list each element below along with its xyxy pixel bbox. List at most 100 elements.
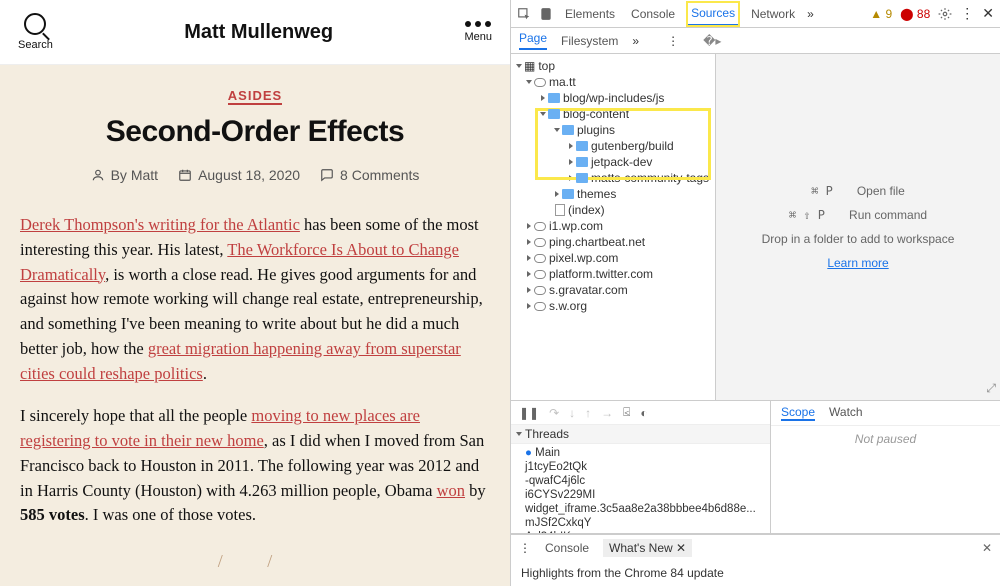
info-panel: ⌘ POpen file ⌘ ⇧ PRun command Drop in a …	[716, 54, 1000, 400]
threads-header[interactable]: Threads	[511, 425, 770, 444]
tree-item[interactable]: blog-content	[563, 107, 629, 121]
website-pane: Search Matt Mullenweg Menu ASIDES Second…	[0, 0, 510, 586]
thread-item[interactable]: ● Main	[525, 446, 770, 460]
inspect-icon[interactable]	[517, 7, 531, 21]
info-drop-text: Drop in a folder to add to workspace	[762, 232, 955, 246]
settings-icon[interactable]	[938, 7, 952, 21]
cloud-icon	[534, 238, 546, 247]
tree-item[interactable]: ping.chartbeat.net	[549, 235, 645, 249]
cloud-icon	[534, 286, 546, 295]
more-tabs-icon[interactable]: »	[807, 7, 814, 21]
thread-item[interactable]: Ayl34hIK	[525, 530, 770, 533]
tree-item[interactable]: ma.tt	[549, 75, 576, 89]
file-tree[interactable]: ▦top ma.tt blog/wp-includes/js blog-cont…	[511, 54, 716, 400]
tree-item[interactable]: matts-community-tags	[591, 171, 709, 185]
cloud-icon	[534, 270, 546, 279]
thread-item[interactable]: j1tcyEo2tQk	[525, 460, 770, 474]
thread-list: ● Main j1tcyEo2tQk -qwafC4j6lc i6CYSv229…	[511, 444, 770, 533]
paragraph: Derek Thompson's writing for the Atlanti…	[20, 213, 490, 386]
deactivate-bp-icon[interactable]: ⍃	[623, 405, 630, 420]
divider: / /	[20, 548, 490, 575]
thread-item[interactable]: widget_iframe.3c5aa8e2a38bbbee4b6d88e...	[525, 502, 770, 516]
tree-item[interactable]: themes	[577, 187, 616, 201]
author-meta[interactable]: By Matt	[91, 167, 158, 183]
tree-item[interactable]: s.gravatar.com	[549, 283, 628, 297]
person-icon	[91, 168, 105, 182]
author-text: By Matt	[111, 167, 158, 183]
menu-button[interactable]: Menu	[464, 21, 492, 43]
drawer-tab-console[interactable]: Console	[545, 541, 589, 555]
drawer-tabs: ⋮ Console What's New ✕ ✕	[511, 534, 1000, 560]
learn-more-link[interactable]: Learn more	[827, 256, 888, 270]
drawer-kebab-icon[interactable]: ⋮	[519, 541, 531, 555]
cloud-icon	[534, 254, 546, 263]
step-into-icon[interactable]: ↓	[569, 406, 575, 420]
drawer-close-icon[interactable]: ✕	[982, 541, 992, 555]
body-link[interactable]: won	[437, 481, 465, 500]
article-body: Derek Thompson's writing for the Atlanti…	[20, 213, 490, 575]
tree-item[interactable]: plugins	[577, 123, 615, 137]
thread-item[interactable]: i6CYSv229MI	[525, 488, 770, 502]
tab-elements[interactable]: Elements	[561, 3, 619, 25]
device-icon[interactable]	[539, 7, 553, 21]
warning-count[interactable]: ▲ 9	[870, 7, 892, 21]
kebab-icon[interactable]: ⋮	[960, 5, 974, 22]
expand-icon[interactable]: ⤢	[986, 381, 996, 396]
tree-item[interactable]: jetpack-dev	[591, 155, 652, 169]
file-icon	[555, 204, 565, 216]
search-label: Search	[18, 39, 53, 51]
folder-icon	[576, 141, 588, 151]
step-over-icon[interactable]: ↷	[549, 406, 559, 420]
devtools-pane: Elements Console Sources Network » ▲ 9 ⬤…	[510, 0, 1000, 586]
subtab-page[interactable]: Page	[519, 31, 547, 50]
not-paused-text: Not paused	[771, 426, 1000, 452]
site-header: Search Matt Mullenweg Menu	[0, 0, 510, 65]
close-devtools-icon[interactable]: ✕	[982, 5, 994, 22]
more-subtabs-icon[interactable]: »	[632, 34, 639, 48]
menu-label: Menu	[464, 31, 492, 43]
folder-icon	[562, 125, 574, 135]
step-icon[interactable]: →	[601, 406, 613, 420]
error-count[interactable]: ⬤ 88	[900, 7, 930, 21]
category-link[interactable]: ASIDES	[228, 88, 282, 105]
subtab-kebab-icon[interactable]: ⋮	[667, 34, 679, 48]
tab-scope[interactable]: Scope	[781, 405, 815, 421]
drawer-tab-whatsnew[interactable]: What's New ✕	[603, 539, 692, 557]
thread-item[interactable]: mJSf2CxkqY	[525, 516, 770, 530]
article-title: Second-Order Effects	[20, 115, 490, 149]
subtab-filesystem[interactable]: Filesystem	[561, 34, 618, 48]
tree-item[interactable]: i1.wp.com	[549, 219, 603, 233]
info-label: Run command	[849, 208, 927, 222]
tree-item[interactable]: top	[538, 59, 555, 73]
tab-sources[interactable]: Sources	[687, 2, 739, 26]
comments-text: 8 Comments	[340, 167, 419, 183]
site-title[interactable]: Matt Mullenweg	[184, 21, 333, 44]
tree-item[interactable]: (index)	[568, 203, 605, 217]
tree-item[interactable]: s.w.org	[549, 299, 587, 313]
body-link[interactable]: Derek Thompson's writing for the Atlanti…	[20, 215, 300, 234]
pause-exceptions-icon[interactable]: ◐	[640, 406, 647, 420]
calendar-icon	[178, 168, 192, 182]
search-button[interactable]: Search	[18, 13, 53, 51]
menu-icon	[465, 21, 491, 27]
date-meta[interactable]: August 18, 2020	[178, 167, 300, 183]
tree-item[interactable]: gutenberg/build	[591, 139, 674, 153]
tab-network[interactable]: Network	[747, 3, 799, 25]
search-icon	[24, 13, 46, 35]
date-text: August 18, 2020	[198, 167, 300, 183]
tab-watch[interactable]: Watch	[829, 405, 863, 421]
tree-item[interactable]: blog/wp-includes/js	[563, 91, 664, 105]
comments-meta[interactable]: 8 Comments	[320, 167, 419, 183]
debugger-toolbar: ❚❚ ↷ ↓ ↑ → ⍃ ◐	[511, 401, 770, 425]
tree-item[interactable]: platform.twitter.com	[549, 267, 653, 281]
tree-item[interactable]: pixel.wp.com	[549, 251, 618, 265]
cloud-icon	[534, 78, 546, 87]
info-label: Open file	[857, 184, 905, 198]
toggle-nav-icon[interactable]: �▸	[703, 34, 721, 48]
thread-item[interactable]: -qwafC4j6lc	[525, 474, 770, 488]
step-out-icon[interactable]: ↑	[585, 406, 591, 420]
pause-icon[interactable]: ❚❚	[519, 406, 539, 420]
highlights-text: Highlights from the Chrome 84 update	[511, 560, 1000, 586]
tab-console[interactable]: Console	[627, 3, 679, 25]
folder-icon	[576, 157, 588, 167]
